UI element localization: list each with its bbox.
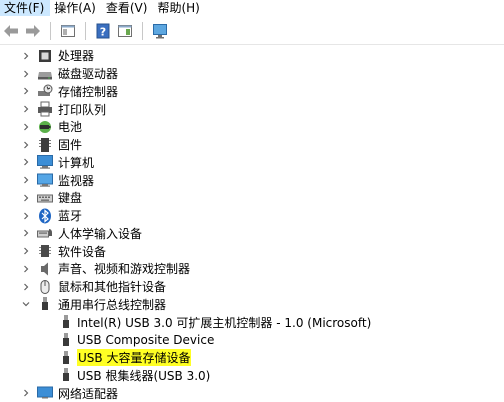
chevron-right-icon[interactable] [21, 140, 31, 150]
tree-item-label: 软件设备 [58, 244, 107, 259]
chevron-down-icon[interactable] [21, 299, 31, 309]
tree-item-monitors[interactable]: 监视器 [0, 171, 504, 189]
tree-item-label: 通用串行总线控制器 [58, 297, 167, 312]
chevron-right-icon[interactable] [21, 69, 31, 79]
toolbar: ? [0, 17, 504, 45]
chevron-right-icon[interactable] [21, 211, 31, 221]
toolbar-separator [142, 21, 143, 40]
keyboard-icon [37, 190, 53, 206]
monitor-scan-icon [153, 23, 167, 38]
menu-help[interactable]: 帮助(H) [153, 0, 205, 16]
tree-item-firmware[interactable]: 固件 [0, 136, 504, 154]
tree-item-label: 处理器 [58, 49, 95, 64]
battery-icon [37, 119, 53, 135]
monitor-icon [37, 172, 53, 188]
chevron-right-icon[interactable] [21, 193, 31, 203]
update-driver-icon [118, 24, 132, 37]
chevron-right-icon[interactable] [21, 104, 31, 114]
tree-item-label: 电池 [58, 120, 83, 135]
tree-item-label: USB 根集线器(USB 3.0) [77, 368, 211, 383]
back-button[interactable] [0, 20, 22, 42]
chevron-right-icon[interactable] [21, 264, 31, 274]
tree-item-label: 鼠标和其他指针设备 [58, 280, 167, 295]
tree-child-intel-usb3-host-controller[interactable]: Intel(R) USB 3.0 可扩展主机控制器 - 1.0 (Microso… [0, 313, 504, 331]
chevron-right-icon[interactable] [21, 51, 31, 61]
tree-child-usb-root-hub[interactable]: USB 根集线器(USB 3.0) [0, 367, 504, 385]
network-icon [37, 385, 53, 401]
printer-icon [37, 101, 53, 117]
tree-item-software-devices[interactable]: 软件设备 [0, 242, 504, 260]
disk-drive-icon [37, 66, 53, 82]
usb-device-icon [60, 332, 72, 348]
svg-text:?: ? [100, 25, 106, 38]
tree-item-network-adapters[interactable]: 网络适配器 [0, 384, 504, 402]
mouse-icon [37, 279, 53, 295]
toolbar-separator [85, 21, 86, 40]
chevron-right-icon[interactable] [21, 282, 31, 292]
tree-item-computer[interactable]: 计算机 [0, 154, 504, 172]
forward-button[interactable] [22, 20, 44, 42]
tree-item-mice[interactable]: 鼠标和其他指针设备 [0, 278, 504, 296]
tree-item-label: USB 大容量存储设备 [77, 349, 192, 367]
usb-device-icon [60, 350, 72, 366]
chevron-right-icon[interactable] [21, 228, 31, 238]
hid-icon [37, 225, 53, 241]
tree-item-label: 监视器 [58, 173, 95, 188]
menu-view[interactable]: 查看(V) [102, 0, 154, 16]
tree-item-label: Intel(R) USB 3.0 可扩展主机控制器 - 1.0 (Microso… [77, 315, 372, 330]
scan-hardware-button[interactable] [149, 20, 171, 42]
chevron-right-icon[interactable] [21, 175, 31, 185]
tree-child-usb-composite-device[interactable]: USB Composite Device [0, 331, 504, 349]
tree-item-print-queues[interactable]: 打印队列 [0, 100, 504, 118]
chevron-right-icon[interactable] [21, 86, 31, 96]
storage-controller-icon [37, 83, 53, 99]
tree-item-storage-controllers[interactable]: 存储控制器 [0, 83, 504, 101]
tree-item-label: 固件 [58, 138, 83, 153]
bluetooth-icon [37, 208, 53, 224]
processor-icon [37, 48, 53, 64]
chevron-right-icon[interactable] [21, 388, 31, 398]
tree-item-label: 打印队列 [58, 102, 107, 117]
sound-icon [37, 261, 53, 277]
tree-item-label: 蓝牙 [58, 209, 83, 224]
usb-icon [37, 296, 53, 312]
properties-icon [61, 24, 75, 37]
menu-action[interactable]: 操作(A) [50, 0, 102, 16]
tree-item-label: 键盘 [58, 191, 83, 206]
arrow-left-icon [4, 24, 18, 37]
tree-item-label: 磁盘驱动器 [58, 67, 119, 82]
update-driver-button[interactable] [114, 20, 136, 42]
chevron-right-icon[interactable] [21, 246, 31, 256]
tree-item-disk-drives[interactable]: 磁盘驱动器 [0, 65, 504, 83]
tree-item-label: 网络适配器 [58, 386, 119, 401]
help-button[interactable]: ? [92, 20, 114, 42]
tree-item-processor[interactable]: 处理器 [0, 47, 504, 65]
usb-device-icon [60, 367, 72, 383]
chevron-right-icon[interactable] [21, 157, 31, 167]
tree-item-batteries[interactable]: 电池 [0, 118, 504, 136]
tree-item-label: 存储控制器 [58, 84, 119, 99]
tree-item-bluetooth[interactable]: 蓝牙 [0, 207, 504, 225]
usb-device-icon [60, 314, 72, 330]
properties-button[interactable] [57, 20, 79, 42]
menu-file[interactable]: 文件(F) [0, 0, 51, 16]
software-device-icon [37, 243, 53, 259]
tree-item-label: 人体学输入设备 [58, 226, 143, 241]
help-icon: ? [96, 23, 110, 38]
tree-child-usb-mass-storage[interactable]: USB 大容量存储设备 [0, 349, 504, 367]
tree-item-label: 计算机 [58, 155, 95, 170]
chevron-right-icon[interactable] [21, 122, 31, 132]
menu-bar: 文件(F) 操作(A) 查看(V) 帮助(H) [0, 0, 504, 16]
tree-item-usb-controllers[interactable]: 通用串行总线控制器 [0, 296, 504, 314]
firmware-icon [37, 137, 53, 153]
tree-item-label: USB Composite Device [77, 332, 215, 347]
tree-item-label: 声音、视频和游戏控制器 [58, 262, 191, 277]
toolbar-separator [50, 21, 51, 40]
computer-icon [37, 154, 53, 170]
tree-item-hid[interactable]: 人体学输入设备 [0, 225, 504, 243]
arrow-right-icon [26, 24, 40, 37]
tree-item-sound-video-game[interactable]: 声音、视频和游戏控制器 [0, 260, 504, 278]
tree-item-keyboards[interactable]: 键盘 [0, 189, 504, 207]
